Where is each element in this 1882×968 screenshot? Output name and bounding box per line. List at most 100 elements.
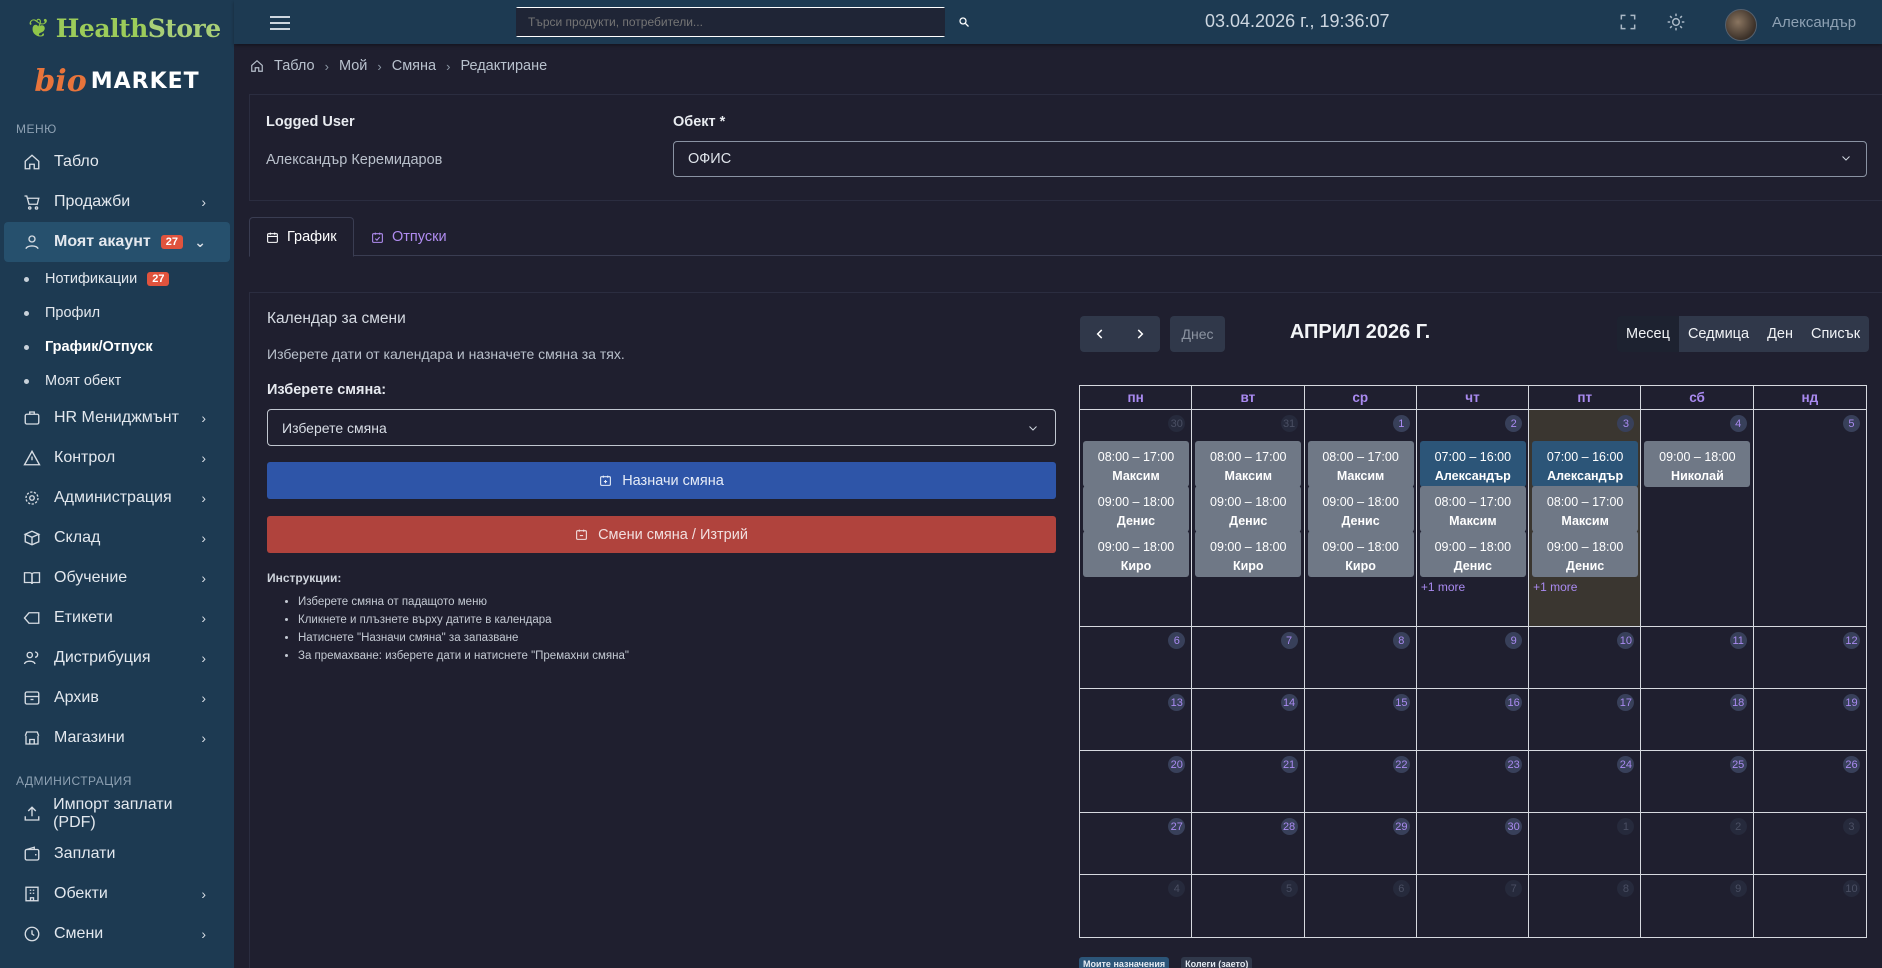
calendar-day[interactable]: 5 bbox=[1192, 875, 1305, 937]
calendar-day[interactable]: 28 bbox=[1192, 813, 1305, 874]
calendar-day[interactable]: 9 bbox=[1417, 627, 1530, 688]
sidebar-item-control[interactable]: Контрол › bbox=[4, 438, 230, 478]
object-select[interactable]: ОФИС bbox=[673, 141, 1867, 177]
view-week-button[interactable]: Седмица bbox=[1678, 316, 1759, 352]
user-menu-name[interactable]: Александър bbox=[1772, 14, 1856, 31]
sidebar-item-training[interactable]: Обучение › bbox=[4, 558, 230, 598]
calendar-day[interactable]: 20 bbox=[1080, 751, 1193, 812]
avatar[interactable] bbox=[1725, 9, 1757, 41]
calendar-day[interactable]: 23 bbox=[1417, 751, 1530, 812]
calendar-day[interactable]: 27 bbox=[1080, 813, 1193, 874]
my-shift-event[interactable]: 07:00 – 16:00 Александър bbox=[1532, 441, 1639, 487]
day-number[interactable]: 12 bbox=[1842, 632, 1860, 649]
calendar-day[interactable]: 2 bbox=[1641, 813, 1754, 874]
calendar-day[interactable]: 17 bbox=[1529, 689, 1642, 750]
calendar-day[interactable]: 30 08:00 – 17:00 Максим 09:00 – 18:00 Денис 0… bbox=[1080, 410, 1193, 626]
day-number[interactable]: 8 bbox=[1617, 880, 1635, 897]
calendar-day[interactable]: 11 bbox=[1641, 627, 1754, 688]
tab-leaves[interactable]: Отпуски bbox=[355, 217, 463, 257]
day-number[interactable]: 31 bbox=[1280, 415, 1298, 432]
day-number[interactable]: 29 bbox=[1392, 818, 1410, 835]
my-shift-event[interactable]: 07:00 – 16:00 Александър bbox=[1419, 441, 1526, 487]
search-button[interactable] bbox=[945, 7, 983, 37]
day-number[interactable]: 15 bbox=[1392, 694, 1410, 711]
calendar-day[interactable]: 26 bbox=[1754, 751, 1866, 812]
day-number[interactable]: 3 bbox=[1842, 818, 1860, 835]
today-button[interactable]: Днес bbox=[1170, 316, 1225, 352]
day-number[interactable]: 2 bbox=[1505, 415, 1523, 432]
day-number[interactable]: 17 bbox=[1617, 694, 1635, 711]
shift-event[interactable]: 09:00 – 18:00 Денис bbox=[1307, 486, 1414, 532]
healthstore-logo[interactable]: ❦ HealthStore bbox=[0, 0, 234, 56]
day-number[interactable]: 26 bbox=[1842, 756, 1860, 773]
day-number[interactable]: 11 bbox=[1729, 632, 1747, 649]
day-number[interactable]: 10 bbox=[1617, 632, 1635, 649]
sidebar-item-sales[interactable]: Продажби › bbox=[4, 182, 230, 222]
sidebar-item-archive[interactable]: Архив › bbox=[4, 678, 230, 718]
calendar-day[interactable]: 8 bbox=[1305, 627, 1417, 688]
view-list-button[interactable]: Списък bbox=[1801, 316, 1870, 352]
tab-schedule[interactable]: График bbox=[249, 217, 354, 257]
sidebar-subitem-profile[interactable]: Профил bbox=[0, 296, 234, 330]
shift-event[interactable]: 08:00 – 17:00 Максим bbox=[1307, 441, 1414, 487]
calendar-day[interactable]: 2 07:00 – 16:00 Александър 08:00 – 17:00 Мак… bbox=[1417, 410, 1530, 626]
calendar-day[interactable]: 29 bbox=[1305, 813, 1417, 874]
search-input[interactable] bbox=[516, 8, 945, 36]
calendar-day[interactable]: 6 bbox=[1305, 875, 1417, 937]
shift-event[interactable]: 08:00 – 17:00 Максим bbox=[1532, 486, 1639, 532]
sidebar-item-objects[interactable]: Обекти › bbox=[4, 874, 230, 914]
assign-shift-button[interactable]: Назначи смяна bbox=[267, 462, 1056, 499]
day-number[interactable]: 1 bbox=[1617, 818, 1635, 835]
day-number[interactable]: 1 bbox=[1392, 415, 1410, 432]
next-month-button[interactable] bbox=[1120, 316, 1160, 352]
shift-event[interactable]: 09:00 – 18:00 Киро bbox=[1195, 531, 1302, 577]
day-number[interactable]: 16 bbox=[1505, 694, 1523, 711]
calendar-day[interactable]: 8 bbox=[1529, 875, 1642, 937]
view-day-button[interactable]: Ден bbox=[1758, 316, 1802, 352]
sidebar-subitem-schedule[interactable]: График/Отпуск bbox=[0, 330, 234, 364]
calendar-day[interactable]: 6 bbox=[1080, 627, 1193, 688]
calendar-day[interactable]: 15 bbox=[1305, 689, 1417, 750]
day-number[interactable]: 5 bbox=[1842, 415, 1860, 432]
day-number[interactable]: 7 bbox=[1280, 632, 1298, 649]
more-events-link[interactable]: +1 more bbox=[1421, 580, 1465, 594]
shift-event[interactable]: 09:00 – 18:00 Киро bbox=[1083, 531, 1189, 577]
sidebar-item-my-account[interactable]: Моят акаунт 27 ⌄ bbox=[4, 222, 230, 262]
day-number[interactable]: 6 bbox=[1392, 880, 1410, 897]
shift-event[interactable]: 08:00 – 17:00 Максим bbox=[1083, 441, 1189, 487]
calendar-day[interactable]: 19 bbox=[1754, 689, 1866, 750]
shift-event[interactable]: 08:00 – 17:00 Максим bbox=[1195, 441, 1302, 487]
calendar-day[interactable]: 14 bbox=[1192, 689, 1305, 750]
fullscreen-icon[interactable] bbox=[1618, 12, 1638, 32]
sidebar-item-hr[interactable]: HR Мениджмънт › bbox=[4, 398, 230, 438]
calendar-day-today[interactable]: 3 07:00 – 16:00 Александър 08:00 – 17:00 Мак… bbox=[1529, 410, 1642, 626]
shift-event[interactable]: 09:00 – 18:00 Денис bbox=[1532, 531, 1639, 577]
sidebar-item-distribution[interactable]: Дистрибуция › bbox=[4, 638, 230, 678]
day-number[interactable]: 10 bbox=[1842, 880, 1860, 897]
day-number[interactable]: 7 bbox=[1505, 880, 1523, 897]
calendar-day[interactable]: 4 bbox=[1080, 875, 1193, 937]
sidebar-item-salaries[interactable]: Заплати bbox=[4, 834, 230, 874]
shift-event[interactable]: 09:00 – 18:00 Николай bbox=[1644, 441, 1751, 487]
shift-select[interactable]: Изберете смяна bbox=[267, 409, 1056, 446]
calendar-day[interactable]: 31 08:00 – 17:00 Максим 09:00 – 18:00 Денис 0… bbox=[1192, 410, 1305, 626]
more-events-link[interactable]: +1 more bbox=[1533, 580, 1577, 594]
sidebar-item-import-salaries[interactable]: Импорт заплати (PDF) bbox=[4, 794, 230, 834]
calendar-day[interactable]: 10 bbox=[1754, 875, 1866, 937]
day-number[interactable]: 18 bbox=[1729, 694, 1747, 711]
day-number[interactable]: 6 bbox=[1168, 632, 1186, 649]
calendar-day[interactable]: 4 09:00 – 18:00 Николай bbox=[1641, 410, 1754, 626]
sidebar-subitem-notifications[interactable]: Нотификации 27 bbox=[0, 262, 234, 296]
day-number[interactable]: 9 bbox=[1729, 880, 1747, 897]
calendar-day[interactable]: 25 bbox=[1641, 751, 1754, 812]
calendar-day[interactable]: 24 bbox=[1529, 751, 1642, 812]
sidebar-item-shifts[interactable]: Смени › bbox=[4, 914, 230, 954]
day-number[interactable]: 5 bbox=[1280, 880, 1298, 897]
shift-event[interactable]: 09:00 – 18:00 Киро bbox=[1307, 531, 1414, 577]
day-number[interactable]: 14 bbox=[1280, 694, 1298, 711]
day-number[interactable]: 3 bbox=[1617, 415, 1635, 432]
sidebar-subitem-my-object[interactable]: Моят обект bbox=[0, 364, 234, 398]
calendar-day[interactable]: 13 bbox=[1080, 689, 1193, 750]
calendar-day[interactable]: 30 bbox=[1417, 813, 1530, 874]
sidebar-item-stores[interactable]: Магазини › bbox=[4, 718, 230, 758]
